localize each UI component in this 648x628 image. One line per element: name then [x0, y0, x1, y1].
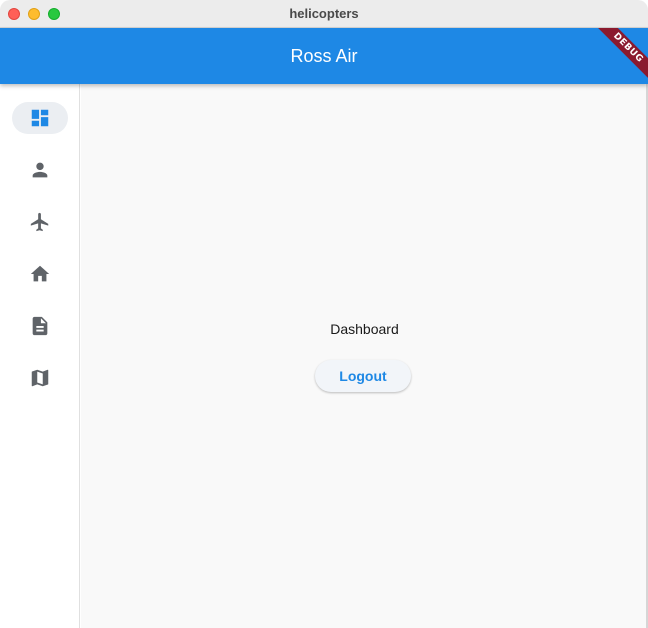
- rail-item-person[interactable]: [12, 154, 68, 186]
- person-icon: [32, 162, 48, 178]
- navigation-rail: [0, 84, 80, 628]
- title-bar: helicopters: [0, 0, 648, 28]
- app-window: helicopters Ross Air DEBUG Dashboard Log…: [0, 0, 648, 628]
- rail-item-map[interactable]: [12, 362, 68, 394]
- logout-button[interactable]: Logout: [315, 360, 411, 392]
- dashboard-icon: [31, 109, 49, 127]
- home-icon: [30, 265, 50, 282]
- minimize-window-button[interactable]: [28, 8, 40, 20]
- zoom-window-button[interactable]: [48, 8, 60, 20]
- window-title: helicopters: [289, 6, 359, 21]
- close-window-button[interactable]: [8, 8, 20, 20]
- debug-banner: DEBUG: [594, 28, 648, 82]
- map-icon: [31, 369, 49, 387]
- page-title: Dashboard: [330, 321, 399, 337]
- rail-item-home[interactable]: [12, 258, 68, 290]
- rail-item-documents[interactable]: [12, 310, 68, 342]
- app-title: Ross Air: [290, 45, 358, 66]
- rail-item-flights[interactable]: [12, 206, 68, 238]
- main-content: Dashboard Logout: [81, 84, 648, 628]
- airplane-icon: [30, 212, 49, 232]
- rail-item-dashboard[interactable]: [12, 102, 68, 134]
- document-icon: [32, 316, 48, 336]
- app-bar: Ross Air DEBUG: [0, 28, 648, 84]
